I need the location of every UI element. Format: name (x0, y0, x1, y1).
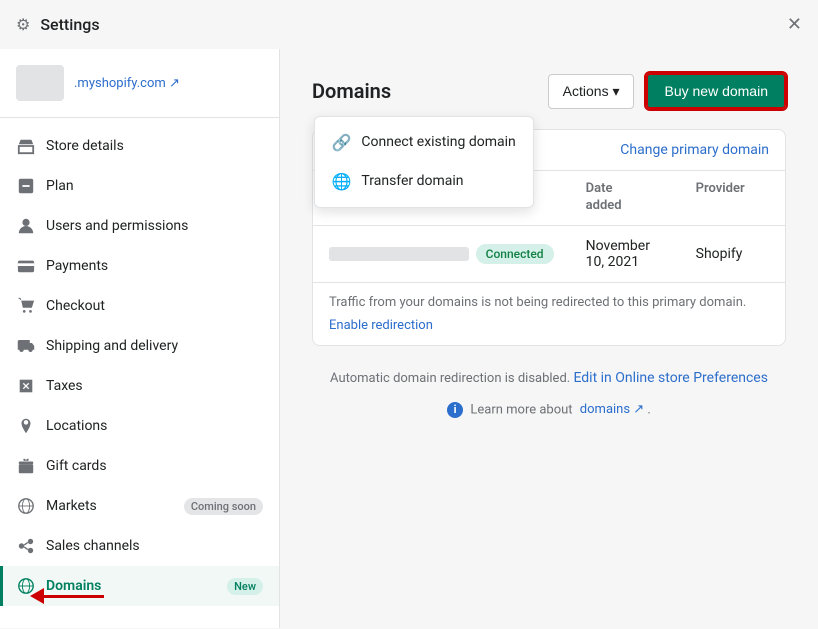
sidebar-item-locations[interactable]: Locations (0, 406, 279, 446)
buy-new-domain-button[interactable]: Buy new domain (646, 73, 786, 109)
sidebar-item-checkout[interactable]: Checkout (0, 286, 279, 326)
arrow-line (44, 595, 104, 598)
sidebar-item-sales-channels[interactable]: Sales channels (0, 526, 279, 566)
col-date-added: Dateadded (586, 181, 696, 215)
sidebar-item-shipping[interactable]: Shipping and delivery (0, 326, 279, 366)
domains-title: Domains (312, 79, 536, 103)
info-icon: i (447, 402, 463, 418)
gift-cards-icon (16, 456, 36, 476)
sidebar-item-markets[interactable]: Markets Coming soon (0, 486, 279, 526)
sidebar: .myshopify.com ↗ Store details Plan U (0, 49, 280, 628)
markets-label: Markets (46, 498, 174, 514)
taxes-icon (16, 376, 36, 396)
transfer-domain-label: Transfer domain (361, 173, 463, 189)
locations-icon (16, 416, 36, 436)
domain-name-blurred (329, 247, 469, 261)
learn-more-row: i Learn more about domains ↗ . (312, 394, 786, 422)
sales-channels-label: Sales channels (46, 538, 263, 554)
gift-cards-label: Gift cards (46, 458, 263, 474)
domains-header: Domains Actions ▾ 🔗 Connect existing dom… (312, 73, 786, 109)
main-layout: .myshopify.com ↗ Store details Plan U (0, 49, 818, 628)
connect-domain-item[interactable]: 🔗 Connect existing domain (315, 123, 533, 162)
transfer-domain-item[interactable]: 🌐 Transfer domain (315, 162, 533, 201)
domain-row: Connected November10, 2021 Shopify (313, 226, 785, 283)
sales-channels-icon (16, 536, 36, 556)
settings-window: ⚙ Settings ✕ .myshopify.com ↗ Store deta… (0, 0, 818, 629)
plan-label: Plan (46, 178, 263, 194)
enable-redirection-link[interactable]: Enable redirection (329, 318, 433, 333)
link-icon: 🔗 (331, 133, 351, 152)
learn-more-suffix: . (647, 402, 650, 417)
taxes-label: Taxes (46, 378, 263, 394)
learn-more-link[interactable]: domains ↗ (580, 402, 644, 417)
store-icon (16, 136, 36, 156)
sidebar-item-gift-cards[interactable]: Gift cards (0, 446, 279, 486)
markets-icon (16, 496, 36, 516)
close-button[interactable]: ✕ (787, 14, 802, 35)
sidebar-item-payments[interactable]: Payments (0, 246, 279, 286)
connect-domain-label: Connect existing domain (361, 134, 515, 150)
globe-icon: 🌐 (331, 172, 351, 191)
store-avatar (16, 65, 64, 101)
window-title: Settings (40, 15, 777, 34)
actions-container: Actions ▾ 🔗 Connect existing domain 🌐 Tr… (548, 74, 635, 109)
sidebar-item-store-details[interactable]: Store details (0, 126, 279, 166)
redirect-warning: Traffic from your domains is not being r… (313, 283, 785, 345)
sidebar-item-taxes[interactable]: Taxes (0, 366, 279, 406)
new-indicator-arrow (30, 588, 280, 604)
store-details-label: Store details (46, 138, 263, 154)
title-bar: ⚙ Settings ✕ (0, 0, 818, 49)
date-added-cell: November10, 2021 (586, 238, 696, 270)
main-content: Domains Actions ▾ 🔗 Connect existing dom… (280, 49, 818, 628)
users-icon (16, 216, 36, 236)
status-badge: Connected (476, 244, 554, 264)
payments-icon (16, 256, 36, 276)
status-cell: Connected (476, 243, 586, 264)
auto-redirect-row: Automatic domain redirection is disabled… (312, 362, 786, 394)
shipping-label: Shipping and delivery (46, 338, 263, 354)
plan-icon (16, 176, 36, 196)
users-label: Users and permissions (46, 218, 263, 234)
checkout-icon (16, 296, 36, 316)
payments-label: Payments (46, 258, 263, 274)
checkout-label: Checkout (46, 298, 263, 314)
learn-more-prefix: Learn more about (470, 402, 572, 417)
col-provider: Provider (696, 181, 769, 215)
actions-button[interactable]: Actions ▾ (548, 74, 635, 109)
sidebar-item-users[interactable]: Users and permissions (0, 206, 279, 246)
markets-badge: Coming soon (184, 498, 263, 515)
edit-online-store-link[interactable]: Edit in Online store Preferences (573, 370, 768, 386)
domain-name-cell (329, 247, 476, 261)
provider-cell: Shopify (696, 246, 769, 262)
auto-redirect-text: Automatic domain redirection is disabled… (330, 371, 570, 386)
store-info[interactable]: .myshopify.com ↗ (0, 49, 279, 118)
settings-icon: ⚙ (16, 15, 30, 34)
sidebar-item-plan[interactable]: Plan (0, 166, 279, 206)
locations-label: Locations (46, 418, 263, 434)
store-url[interactable]: .myshopify.com ↗ (74, 76, 180, 91)
edit-online-store-label: Edit in Online store Preferences (573, 370, 768, 386)
change-primary-link[interactable]: Change primary domain (620, 142, 769, 158)
redirect-warning-text: Traffic from your domains is not being r… (329, 295, 769, 310)
shipping-icon (16, 336, 36, 356)
arrow-head (30, 588, 44, 604)
actions-dropdown: 🔗 Connect existing domain 🌐 Transfer dom… (314, 116, 534, 208)
